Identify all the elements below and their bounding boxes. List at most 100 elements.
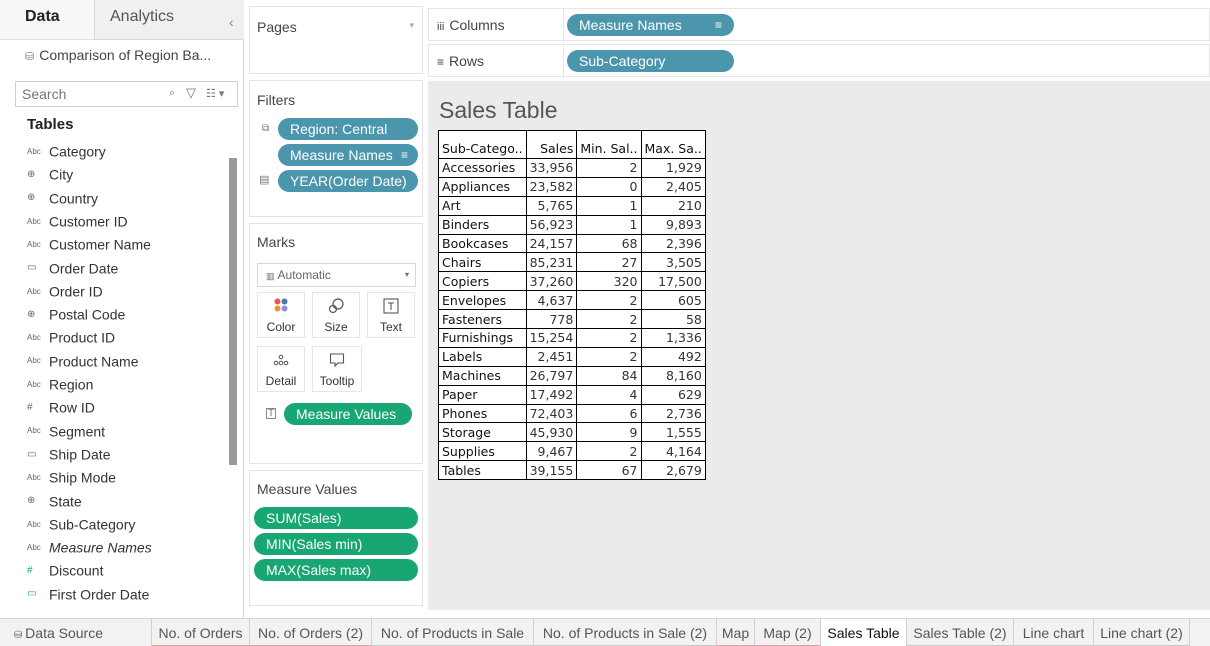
measure-pill-min-sales[interactable]: MIN(Sales min) bbox=[254, 533, 418, 555]
field-item[interactable]: ⊕ Country bbox=[27, 189, 98, 209]
value-cell[interactable]: 23,582 bbox=[525, 177, 578, 197]
value-cell[interactable]: 5,765 bbox=[525, 196, 578, 216]
column-header[interactable]: Sales bbox=[525, 130, 578, 159]
row-header-cell[interactable]: Paper bbox=[438, 385, 527, 405]
field-item[interactable]: Abc Ship Mode bbox=[27, 468, 116, 488]
view-options-icon[interactable]: ☷ ▾ bbox=[206, 87, 224, 100]
value-cell[interactable]: 8,160 bbox=[640, 366, 706, 386]
column-header[interactable]: Max. Sa.. bbox=[640, 130, 706, 159]
measure-pill-max-sales[interactable]: MAX(Sales max) bbox=[254, 559, 418, 581]
data-source-tab[interactable]: ⛁ Data Source bbox=[0, 619, 152, 646]
filter-icon[interactable]: ▽ bbox=[186, 85, 196, 101]
value-cell[interactable]: 3,505 bbox=[640, 252, 706, 273]
tab-analytics[interactable]: Analytics bbox=[110, 8, 174, 26]
search-icon[interactable]: ⌕ bbox=[169, 87, 175, 100]
value-cell[interactable]: 605 bbox=[640, 290, 706, 311]
tooltip-button[interactable]: Tooltip bbox=[312, 346, 362, 392]
sheet-tab[interactable]: No. of Orders bbox=[152, 619, 250, 646]
value-cell[interactable]: 492 bbox=[640, 347, 706, 367]
field-item[interactable]: ▭ Order Date bbox=[27, 259, 118, 279]
value-cell[interactable]: 2 bbox=[576, 158, 642, 178]
row-header-cell[interactable]: Furnishings bbox=[438, 328, 527, 348]
measure-pill-sum-sales[interactable]: SUM(Sales) bbox=[254, 507, 418, 529]
sheet-tab[interactable]: Map (2) bbox=[755, 619, 821, 646]
value-cell[interactable]: 9,467 bbox=[525, 441, 578, 462]
value-cell[interactable]: 9 bbox=[576, 422, 642, 443]
rows-shelf[interactable]: ≡ Rows Sub-Category bbox=[428, 44, 1210, 78]
field-item[interactable]: # Row ID bbox=[27, 398, 95, 418]
field-item[interactable]: Abc Segment bbox=[27, 422, 105, 442]
row-header-cell[interactable]: Appliances bbox=[438, 177, 527, 197]
value-cell[interactable]: 58 bbox=[640, 309, 706, 330]
value-cell[interactable]: 39,155 bbox=[525, 460, 578, 481]
value-cell[interactable]: 17,500 bbox=[640, 271, 706, 292]
row-header-cell[interactable]: Art bbox=[438, 196, 527, 216]
datasource-item[interactable]: ⛁ Comparison of Region Ba... bbox=[25, 47, 211, 63]
field-item[interactable]: Abc Category bbox=[27, 142, 106, 162]
text-button[interactable]: Text bbox=[367, 292, 415, 338]
value-cell[interactable]: 27 bbox=[576, 252, 642, 273]
field-item[interactable]: ▭ First Order Date bbox=[27, 585, 149, 605]
search-input[interactable] bbox=[22, 86, 157, 102]
row-header-cell[interactable]: Labels bbox=[438, 347, 527, 367]
value-cell[interactable]: 2,405 bbox=[640, 177, 706, 197]
value-cell[interactable]: 1,555 bbox=[640, 422, 706, 443]
value-cell[interactable]: 2 bbox=[576, 441, 642, 462]
value-cell[interactable]: 320 bbox=[576, 271, 642, 292]
value-cell[interactable]: 26,797 bbox=[525, 366, 578, 386]
sheet-tab[interactable]: Sales Table bbox=[821, 619, 907, 646]
column-header[interactable]: Sub-Catego.. bbox=[438, 130, 527, 159]
tab-data[interactable]: Data bbox=[25, 8, 60, 26]
row-header-cell[interactable]: Accessories bbox=[438, 158, 527, 178]
value-cell[interactable]: 4,637 bbox=[525, 290, 578, 311]
columns-pill-measure-names[interactable]: Measure Names ≡ bbox=[567, 14, 734, 36]
field-item[interactable]: ⊕ City bbox=[27, 165, 73, 185]
sheet-tab[interactable]: Map bbox=[717, 619, 755, 646]
value-cell[interactable]: 2,396 bbox=[640, 234, 706, 254]
value-cell[interactable]: 4 bbox=[576, 385, 642, 405]
field-item[interactable]: Abc Order ID bbox=[27, 282, 103, 302]
worksheet-title[interactable]: Sales Table bbox=[439, 97, 558, 124]
value-cell[interactable]: 84 bbox=[576, 366, 642, 386]
value-cell[interactable]: 15,254 bbox=[525, 328, 578, 348]
value-cell[interactable]: 68 bbox=[576, 234, 642, 254]
value-cell[interactable]: 1 bbox=[576, 196, 642, 216]
marks-text-pill[interactable]: Measure Values bbox=[284, 403, 412, 425]
value-cell[interactable]: 1,929 bbox=[640, 158, 706, 178]
value-cell[interactable]: 85,231 bbox=[525, 252, 578, 273]
color-button[interactable]: Color bbox=[257, 292, 305, 338]
value-cell[interactable]: 45,930 bbox=[525, 422, 578, 443]
field-item[interactable]: Abc Product Name bbox=[27, 352, 138, 372]
sheet-tab[interactable]: Line chart (2) bbox=[1094, 619, 1190, 646]
row-header-cell[interactable]: Bookcases bbox=[438, 234, 527, 254]
field-item[interactable]: Abc Sub-Category bbox=[27, 515, 135, 535]
sheet-tab[interactable]: Line chart bbox=[1014, 619, 1094, 646]
field-item[interactable]: ⊕ Postal Code bbox=[27, 305, 125, 325]
row-header-cell[interactable]: Binders bbox=[438, 215, 527, 235]
row-header-cell[interactable]: Phones bbox=[438, 404, 527, 424]
value-cell[interactable]: 1,336 bbox=[640, 328, 706, 348]
value-cell[interactable]: 2,736 bbox=[640, 404, 706, 424]
row-header-cell[interactable]: Storage bbox=[438, 422, 527, 443]
value-cell[interactable]: 2 bbox=[576, 309, 642, 330]
row-header-cell[interactable]: Copiers bbox=[438, 271, 527, 292]
value-cell[interactable]: 6 bbox=[576, 404, 642, 424]
field-item[interactable]: ▭ Ship Date bbox=[27, 445, 110, 465]
rows-pill-sub-category[interactable]: Sub-Category bbox=[567, 50, 734, 72]
filters-shelf[interactable]: Filters ⧉ Region: Central Measure Names … bbox=[249, 80, 423, 217]
sheet-tab[interactable]: No. of Orders (2) bbox=[250, 619, 372, 646]
value-cell[interactable]: 210 bbox=[640, 196, 706, 216]
row-header-cell[interactable]: Machines bbox=[438, 366, 527, 386]
value-cell[interactable]: 56,923 bbox=[525, 215, 578, 235]
size-button[interactable]: Size bbox=[312, 292, 360, 338]
value-cell[interactable]: 2 bbox=[576, 290, 642, 311]
value-cell[interactable]: 0 bbox=[576, 177, 642, 197]
field-list-scrollbar[interactable] bbox=[229, 158, 237, 465]
mark-type-dropdown[interactable]: ▥ Automatic ▾ bbox=[257, 263, 416, 287]
value-cell[interactable]: 2 bbox=[576, 347, 642, 367]
value-cell[interactable]: 9,893 bbox=[640, 215, 706, 235]
filter-pill-measure-names[interactable]: Measure Names ≡ bbox=[278, 144, 418, 166]
collapse-pane-icon[interactable]: ‹ bbox=[229, 14, 234, 30]
value-cell[interactable]: 629 bbox=[640, 385, 706, 405]
row-header-cell[interactable]: Fasteners bbox=[438, 309, 527, 330]
